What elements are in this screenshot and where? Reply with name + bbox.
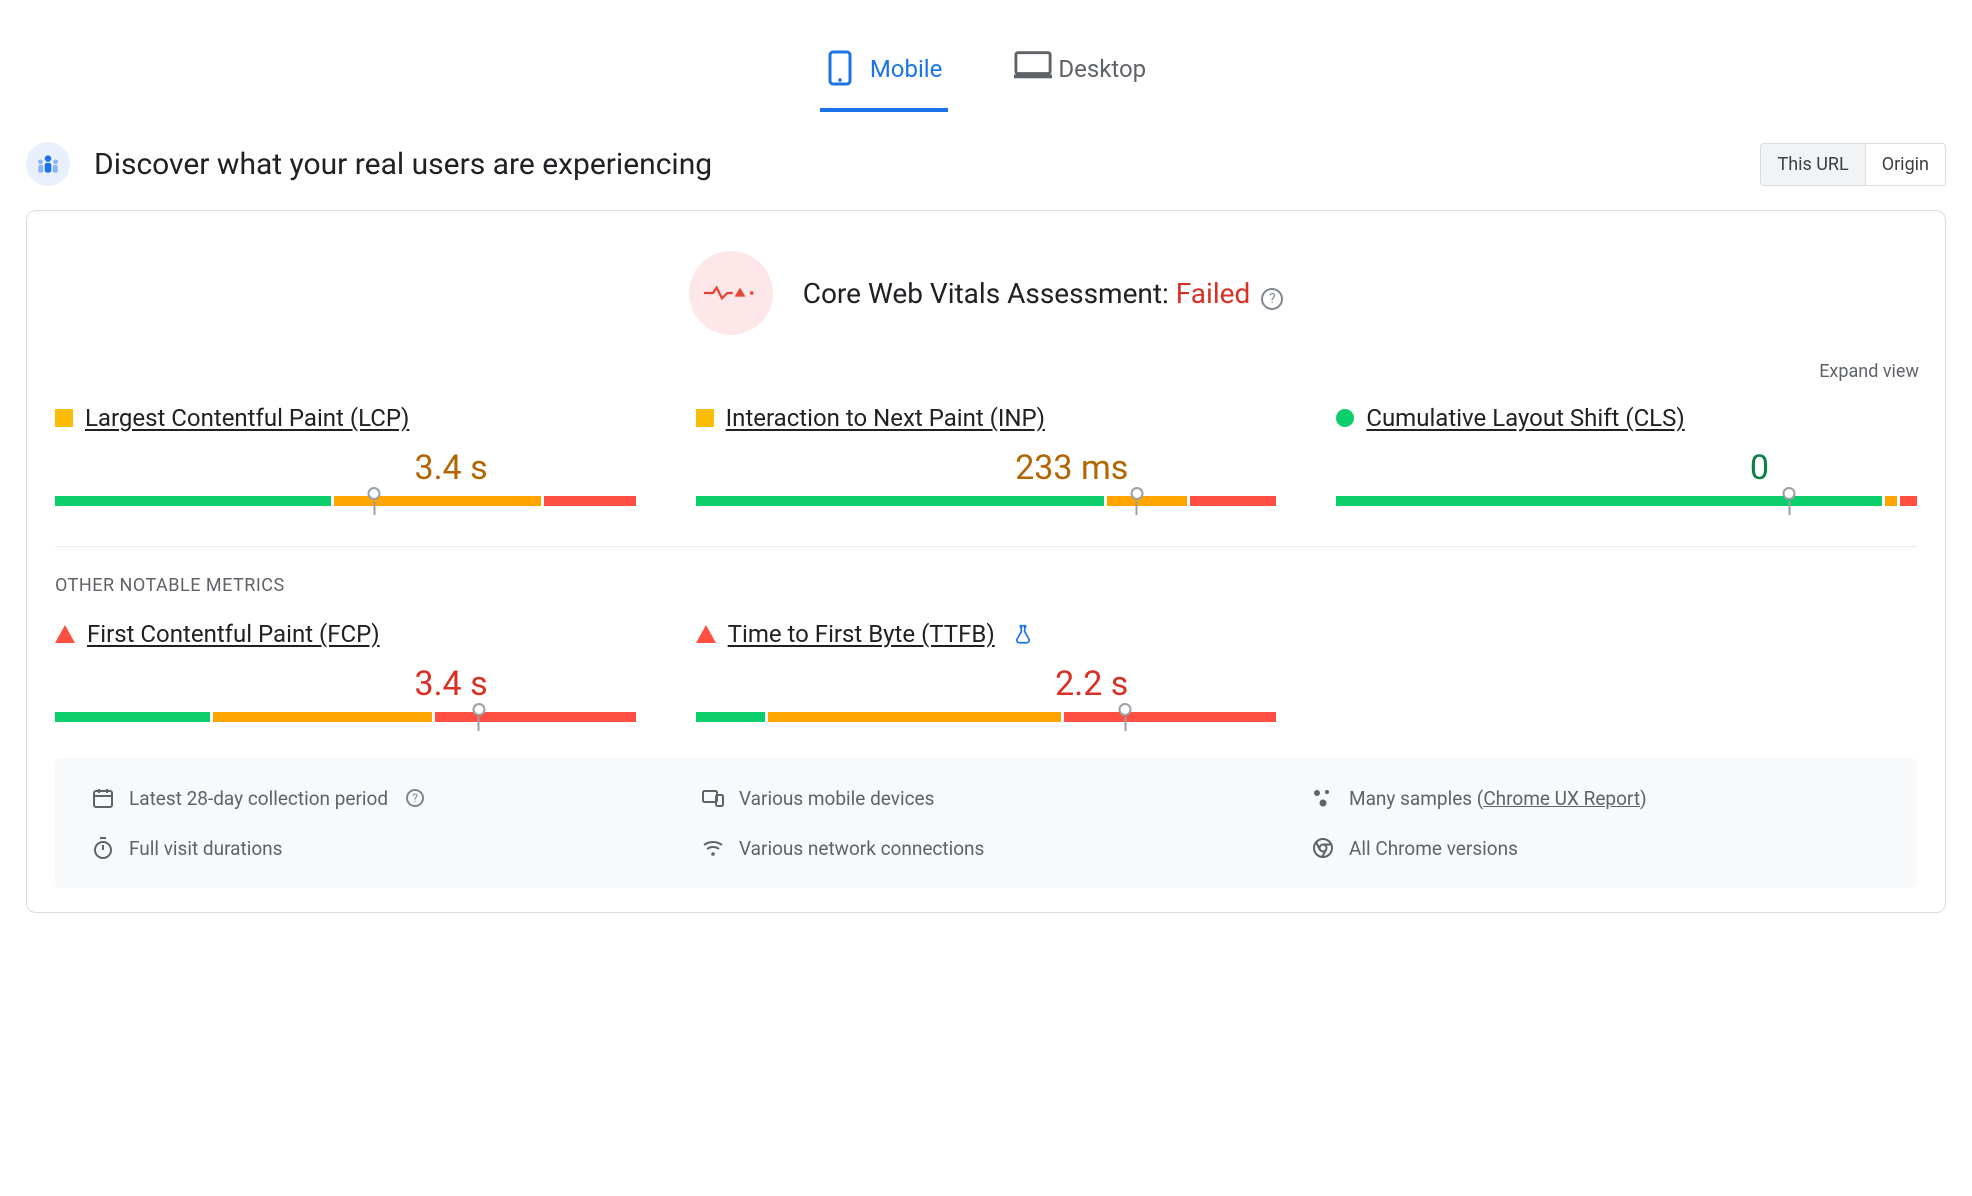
status-triangle-icon xyxy=(696,625,716,643)
mobile-icon xyxy=(826,50,856,88)
status-circle-icon xyxy=(1336,409,1354,427)
crux-report-link[interactable]: Chrome UX Report xyxy=(1483,787,1640,810)
help-icon[interactable]: ? xyxy=(406,789,424,807)
status-triangle-icon xyxy=(55,625,75,643)
info-footer: Latest 28-day collection period ? Variou… xyxy=(55,758,1917,888)
assessment-label: Core Web Vitals Assessment: xyxy=(803,277,1169,310)
status-square-icon xyxy=(696,409,714,427)
help-icon[interactable]: ? xyxy=(1261,288,1283,310)
info-period: Latest 28-day collection period ? xyxy=(91,786,661,810)
metric-lcp-value: 3.4 s xyxy=(55,432,636,496)
other-metrics-label: OTHER NOTABLE METRICS xyxy=(47,575,1925,620)
scope-this-url[interactable]: This URL xyxy=(1761,144,1864,185)
field-data-card: Core Web Vitals Assessment: Failed ? Exp… xyxy=(26,210,1946,913)
flask-icon xyxy=(1013,624,1033,644)
desktop-icon xyxy=(1014,50,1044,88)
device-tabs: Mobile Desktop xyxy=(0,20,1972,112)
tab-mobile-label: Mobile xyxy=(870,55,943,83)
metric-ttfb-bar xyxy=(696,712,1277,722)
info-devices: Various mobile devices xyxy=(701,786,1271,810)
metric-ttfb: Time to First Byte (TTFB) 2.2 s xyxy=(696,620,1277,722)
info-samples: Many samples (Chrome UX Report) xyxy=(1311,786,1881,810)
scope-toggle: This URL Origin xyxy=(1760,143,1946,186)
divider xyxy=(55,546,1917,547)
info-durations: Full visit durations xyxy=(91,836,661,860)
metric-cls-name[interactable]: Cumulative Layout Shift (CLS) xyxy=(1366,404,1684,432)
info-versions: All Chrome versions xyxy=(1311,836,1881,860)
info-networks: Various network connections xyxy=(701,836,1271,860)
assessment-status: Failed xyxy=(1176,277,1251,310)
stopwatch-icon xyxy=(91,836,115,860)
metric-cls: Cumulative Layout Shift (CLS) 0 xyxy=(1336,404,1917,506)
wifi-icon xyxy=(701,836,725,860)
metric-fcp-value: 3.4 s xyxy=(55,648,636,712)
pulse-icon xyxy=(689,251,773,335)
metric-ttfb-name[interactable]: Time to First Byte (TTFB) xyxy=(728,620,995,648)
metric-fcp-name[interactable]: First Contentful Paint (FCP) xyxy=(87,620,380,648)
metric-lcp: Largest Contentful Paint (LCP) 3.4 s xyxy=(55,404,636,506)
metric-inp: Interaction to Next Paint (INP) 233 ms xyxy=(696,404,1277,506)
expand-view-link[interactable]: Expand view xyxy=(1819,361,1919,382)
metric-inp-name[interactable]: Interaction to Next Paint (INP) xyxy=(726,404,1045,432)
calendar-icon xyxy=(91,786,115,810)
metric-cls-bar xyxy=(1336,496,1917,506)
metric-inp-value: 233 ms xyxy=(696,432,1277,496)
metric-inp-bar xyxy=(696,496,1277,506)
users-icon xyxy=(26,142,70,186)
tab-desktop[interactable]: Desktop xyxy=(1008,40,1152,112)
page-title: Discover what your real users are experi… xyxy=(94,147,712,182)
metric-cls-value: 0 xyxy=(1336,432,1917,496)
tab-desktop-label: Desktop xyxy=(1058,55,1146,83)
metric-fcp-bar xyxy=(55,712,636,722)
assessment-text: Core Web Vitals Assessment: Failed ? xyxy=(803,277,1284,310)
metric-ttfb-value: 2.2 s xyxy=(696,648,1277,712)
status-square-icon xyxy=(55,409,73,427)
metric-lcp-name[interactable]: Largest Contentful Paint (LCP) xyxy=(85,404,409,432)
chrome-icon xyxy=(1311,836,1335,860)
metric-lcp-bar xyxy=(55,496,636,506)
scope-origin[interactable]: Origin xyxy=(1865,144,1945,185)
scatter-icon xyxy=(1311,786,1335,810)
metric-fcp: First Contentful Paint (FCP) 3.4 s xyxy=(55,620,636,722)
tab-mobile[interactable]: Mobile xyxy=(820,40,949,112)
devices-icon xyxy=(701,786,725,810)
